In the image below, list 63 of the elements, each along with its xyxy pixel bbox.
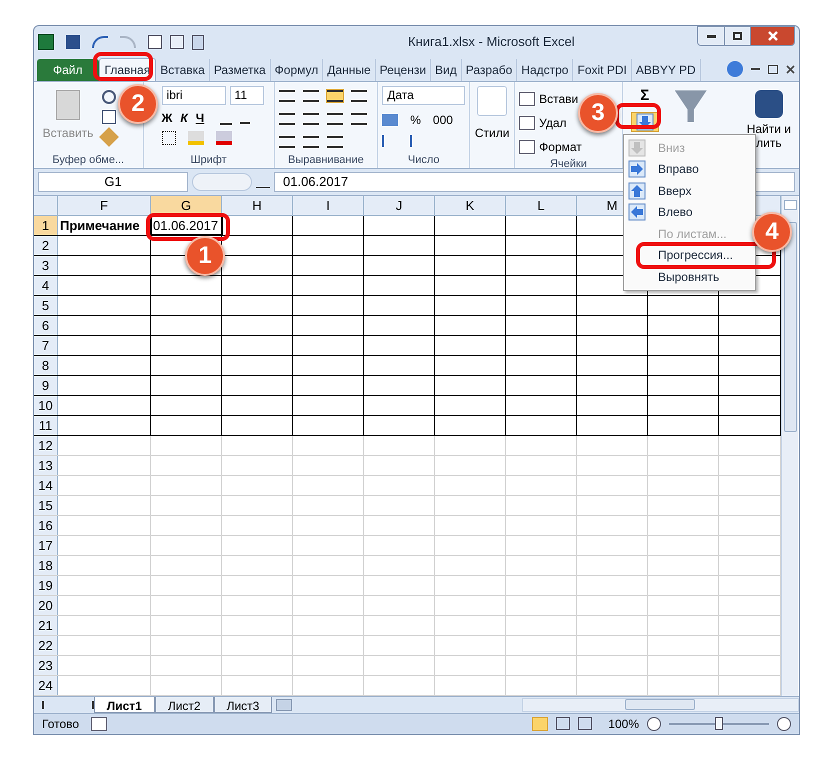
status-text: Готово	[42, 716, 80, 733]
row-header[interactable]: 5	[34, 296, 58, 315]
menu-item[interactable]: Влево	[658, 205, 693, 220]
underline-button[interactable]: Ч	[196, 109, 204, 128]
row-header[interactable]: 13	[34, 456, 58, 475]
delete-button[interactable]: Удал	[539, 114, 567, 132]
column-header[interactable]: J	[364, 196, 435, 215]
row-header[interactable]: 4	[34, 276, 58, 295]
table-cell[interactable]: Примечание	[58, 216, 151, 235]
find-button[interactable]: лить	[756, 136, 782, 150]
file-tab[interactable]: Файл	[37, 59, 99, 82]
font-name-field[interactable]: ibri	[162, 86, 226, 106]
number-format-field[interactable]: Дата	[382, 86, 466, 106]
row-header[interactable]: 18	[34, 556, 58, 575]
column-header[interactable]: I	[293, 196, 364, 215]
row-header[interactable]: 20	[34, 596, 58, 615]
column-header[interactable]: L	[506, 196, 577, 215]
group-label: Шрифт	[189, 152, 228, 168]
row-header[interactable]: 7	[34, 336, 58, 355]
row-header[interactable]: 19	[34, 576, 58, 595]
group-label: Выравнивание	[287, 152, 365, 168]
column-header[interactable]: K	[435, 196, 506, 215]
table-cell[interactable]: 01.06.2017	[151, 216, 222, 235]
zoom-level[interactable]: 100%	[608, 714, 639, 733]
group-label: Ячейки	[548, 157, 588, 172]
italic-button[interactable]: К	[180, 109, 188, 128]
row-header[interactable]: 17	[34, 536, 58, 555]
row-header[interactable]: 24	[34, 676, 58, 695]
row-header[interactable]: 16	[34, 516, 58, 535]
row-header[interactable]: 11	[34, 416, 58, 435]
sheet-tab[interactable]: Лист2	[154, 696, 214, 713]
insert-button[interactable]: Встави	[539, 90, 578, 108]
row-header[interactable]: 2	[34, 236, 58, 255]
row-header[interactable]: 1	[34, 216, 58, 235]
styles-button[interactable]: Стили	[474, 124, 510, 142]
thousands-button[interactable]: 000	[432, 111, 453, 130]
percent-button[interactable]: %	[410, 111, 421, 130]
sheet-tab[interactable]: Лист1	[94, 696, 155, 713]
find-button[interactable]: Найти и	[746, 122, 791, 136]
row-header[interactable]: 3	[34, 256, 58, 275]
bold-button[interactable]: Ж	[162, 109, 172, 128]
group-label: Число	[406, 152, 440, 168]
row-header[interactable]: 21	[34, 616, 58, 635]
column-header[interactable]: H	[222, 196, 293, 215]
column-header[interactable]: G	[151, 196, 222, 215]
name-box[interactable]: G1	[38, 172, 188, 192]
group-label: Буфер обме...	[51, 152, 126, 168]
row-header[interactable]: 14	[34, 476, 58, 495]
row-header[interactable]: 6	[34, 316, 58, 335]
menu-item[interactable]: Выровнять	[658, 270, 720, 284]
row-header[interactable]: 9	[34, 376, 58, 395]
row-header[interactable]: 10	[34, 396, 58, 415]
row-header[interactable]: 22	[34, 636, 58, 655]
menu-item[interactable]: Прогрессия...	[658, 248, 733, 262]
row-header[interactable]: 12	[34, 436, 58, 455]
row-header[interactable]: 8	[34, 356, 58, 375]
row-header[interactable]: 15	[34, 496, 58, 515]
sheet-tab[interactable]: Лист3	[214, 696, 272, 713]
autosum-button[interactable]: Σ	[630, 88, 659, 104]
window-title: Книга1.xlsx - Microsoft Excel	[408, 33, 575, 52]
row-header[interactable]: 23	[34, 656, 58, 675]
format-button[interactable]: Формат	[539, 138, 582, 156]
font-size-field[interactable]: 11	[230, 86, 264, 106]
